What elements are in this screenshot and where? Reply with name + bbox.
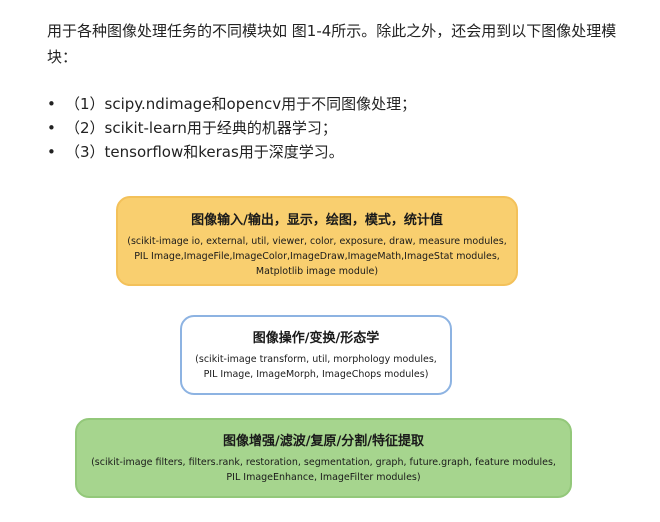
- box-description-line: PIL ImageEnhance, ImageFilter modules): [226, 472, 421, 483]
- box-title: 图像输入/输出，显示，绘图，模式，统计值: [191, 213, 443, 228]
- enhancement-segmentation-box: 图像增强/滤波/复原/分割/特征提取 (scikit-image filters…: [75, 418, 572, 498]
- box-description-line: (scikit-image io, external, util, viewer…: [127, 236, 507, 247]
- list-item-text: （1）scipy.ndimage和opencv用于不同图像处理；: [65, 95, 417, 113]
- box-description-line: (scikit-image filters, filters.rank, res…: [91, 457, 556, 468]
- list-item: • （3）tensorflow和keras用于深度学习。: [47, 140, 416, 164]
- bullet-icon: •: [47, 95, 56, 113]
- box-description-line: PIL Image, ImageMorph, ImageChops module…: [203, 369, 429, 380]
- list-item: • （2）scikit-learn用于经典的机器学习；: [47, 116, 416, 140]
- bullet-icon: •: [47, 143, 56, 161]
- list-item: • （1）scipy.ndimage和opencv用于不同图像处理；: [47, 92, 416, 116]
- module-list: • （1）scipy.ndimage和opencv用于不同图像处理； • （2）…: [47, 92, 416, 164]
- box-title: 图像增强/滤波/复原/分割/特征提取: [223, 434, 424, 449]
- box-description-line: Matplotlib image module): [255, 266, 379, 277]
- box-description-line: PIL Image,ImageFile,ImageColor,ImageDraw…: [134, 251, 500, 262]
- box-title: 图像操作/变换/形态学: [252, 331, 380, 346]
- box-description: (scikit-image filters, filters.rank, res…: [77, 455, 570, 485]
- bullet-icon: •: [47, 119, 56, 137]
- box-description-line: (scikit-image transform, util, morpholog…: [195, 354, 437, 365]
- intro-paragraph: 用于各种图像处理任务的不同模块如 图1-4所示。除此之外，还会用到以下图像处理模…: [47, 22, 617, 66]
- box-description: (scikit-image io, external, util, viewer…: [118, 234, 516, 279]
- transform-morphology-box: 图像操作/变换/形态学 (scikit-image transform, uti…: [180, 315, 452, 395]
- list-item-text: （3）tensorflow和keras用于深度学习。: [65, 143, 344, 161]
- io-display-box: 图像输入/输出，显示，绘图，模式，统计值 (scikit-image io, e…: [116, 196, 518, 286]
- list-item-text: （2）scikit-learn用于经典的机器学习；: [65, 119, 337, 137]
- box-description: (scikit-image transform, util, morpholog…: [182, 352, 450, 382]
